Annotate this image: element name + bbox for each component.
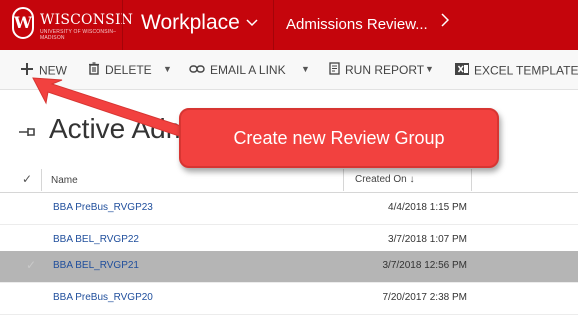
- callout-text: Create new Review Group: [233, 128, 445, 148]
- run-report-button[interactable]: RUN REPORT: [329, 62, 424, 80]
- view-title[interactable]: Active Adm: [49, 113, 189, 145]
- run-report-label: RUN REPORT: [345, 63, 425, 77]
- excel-icon: [455, 62, 469, 79]
- email-link-label: EMAIL A LINK: [210, 62, 286, 77]
- column-header-name[interactable]: Name: [51, 175, 78, 186]
- created-on-cell: 3/7/2018 12:56 PM: [382, 260, 467, 271]
- table-row[interactable]: BBA PreBus_RVGP20 7/20/2017 2:38 PM: [0, 283, 578, 315]
- column-divider: [41, 169, 42, 191]
- new-label: NEW: [39, 63, 67, 78]
- more-commands-caret[interactable]: ▼: [163, 64, 172, 74]
- column-header-created-on[interactable]: Created On ↓: [355, 174, 414, 185]
- new-button[interactable]: NEW: [20, 62, 67, 80]
- link-icon: [189, 63, 205, 77]
- checkmark-icon[interactable]: ✓: [26, 258, 36, 272]
- email-link-button[interactable]: EMAIL A LINK: [189, 62, 286, 80]
- created-on-cell: 3/7/2018 1:07 PM: [388, 234, 467, 245]
- logo-subtext: UNIVERSITY OF WISCONSIN–MADISON: [40, 29, 117, 41]
- record-name-link[interactable]: BBA BEL_RVGP21: [53, 260, 139, 271]
- pin-icon[interactable]: [18, 124, 36, 136]
- top-navigation-bar: W WISCONSIN UNIVERSITY OF WISCONSIN–MADI…: [0, 0, 578, 50]
- delete-label: DELETE: [105, 63, 152, 77]
- logo-text: WISCONSIN: [40, 12, 134, 28]
- chevron-right-icon[interactable]: [441, 13, 450, 32]
- grid-header: ✓ Name Created On ↓: [0, 167, 578, 193]
- tooltip-callout: Create new Review Group: [179, 108, 499, 168]
- more-commands-caret[interactable]: ▼: [301, 64, 310, 74]
- table-row[interactable]: BBA PreBus_RVGP23 4/4/2018 1:15 PM: [0, 193, 578, 225]
- report-icon: [329, 62, 340, 78]
- select-all-checkbox[interactable]: ✓: [22, 172, 32, 186]
- university-logo[interactable]: W WISCONSIN UNIVERSITY OF WISCONSIN–MADI…: [6, 7, 133, 41]
- excel-templates-button[interactable]: EXCEL TEMPLATES: [455, 62, 578, 80]
- table-row-selected[interactable]: ✓ BBA BEL_RVGP21 3/7/2018 12:56 PM: [0, 251, 578, 283]
- chevron-down-icon[interactable]: [246, 16, 258, 30]
- column-divider: [343, 169, 344, 191]
- plus-icon: [20, 62, 34, 79]
- record-name-link[interactable]: BBA PreBus_RVGP23: [53, 202, 153, 213]
- created-on-cell: 4/4/2018 1:15 PM: [388, 202, 467, 213]
- app-name[interactable]: Workplace: [141, 11, 240, 35]
- crest-icon: W: [12, 7, 34, 39]
- breadcrumb[interactable]: Admissions Review...: [286, 16, 428, 33]
- column-divider: [471, 169, 472, 191]
- delete-button[interactable]: DELETE: [88, 62, 152, 80]
- command-bar: NEW DELETE ▼ EMAIL A LINK ▼ RUN REPORT ▼…: [0, 50, 578, 90]
- excel-templates-label: EXCEL TEMPLATES: [474, 63, 578, 78]
- record-name-link[interactable]: BBA BEL_RVGP22: [53, 234, 139, 245]
- trash-icon: [88, 62, 100, 78]
- divider: [122, 0, 123, 50]
- divider: [273, 0, 274, 50]
- run-report-caret[interactable]: ▼: [425, 64, 434, 74]
